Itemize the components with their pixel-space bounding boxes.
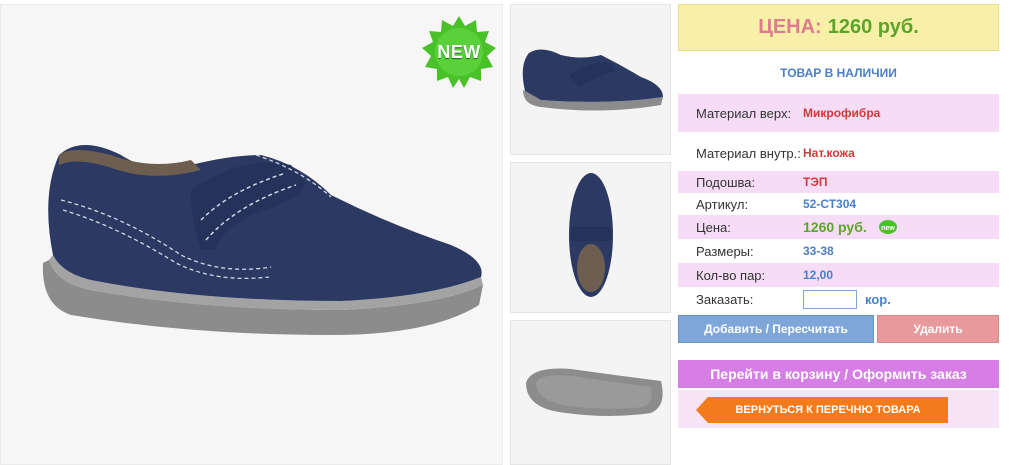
- new-badge-label: NEW: [437, 42, 481, 62]
- price-header: ЦЕНА: 1260 руб.: [678, 4, 999, 51]
- price-header-label: ЦЕНА:: [758, 16, 822, 38]
- spec-row-pairs: Кол-во пар: 12,00: [678, 263, 999, 287]
- back-to-list-button[interactable]: ВЕРНУТЬСЯ К ПЕРЕЧНЮ ТОВАРА: [696, 397, 948, 423]
- spec-row-material-inner: Материал внутр.: Нат.кожа: [678, 136, 999, 170]
- spec-row-price: Цена: 1260 руб. new: [678, 215, 999, 239]
- spec-key: Материал верх:: [696, 105, 792, 121]
- shoe-top-thumb-illustration: [569, 173, 613, 297]
- spec-key: Артикул:: [696, 196, 749, 212]
- order-unit: кор.: [865, 291, 891, 307]
- order-quantity-input[interactable]: [803, 289, 857, 309]
- back-to-list-label: ВЕРНУТЬСЯ К ПЕРЕЧНЮ ТОВАРА: [735, 404, 921, 416]
- product-page: NEW ЦЕНА: 1260 руб. ТОВАР В НАЛИЧИИ Мате…: [0, 0, 1015, 465]
- back-area: ВЕРНУТЬСЯ К ПЕРЕЧНЮ ТОВАРА: [678, 390, 999, 428]
- spec-key: Кол-во пар:: [696, 267, 766, 283]
- spec-key: Подошва:: [696, 174, 756, 190]
- spec-value: 1260 руб.: [803, 219, 867, 235]
- thumbnail-top-view[interactable]: [510, 162, 671, 313]
- spec-value: Микрофибра: [803, 106, 881, 120]
- spec-value: 33-38: [803, 244, 834, 258]
- order-row: Заказать: кор.: [678, 287, 999, 311]
- spec-row-article: Артикул: 52-СТ304: [678, 193, 999, 215]
- order-label: Заказать:: [696, 291, 754, 307]
- add-recalculate-button[interactable]: Добавить / Пересчитать: [678, 315, 874, 343]
- thumbnail-side-view[interactable]: [510, 4, 671, 155]
- stock-status: ТОВАР В НАЛИЧИИ: [780, 66, 897, 80]
- spec-value: Нат.кожа: [803, 146, 855, 160]
- mini-new-label: new: [881, 225, 895, 232]
- new-badge-icon: NEW: [419, 14, 499, 94]
- mini-new-icon: new: [878, 220, 897, 234]
- delete-button[interactable]: Удалить: [877, 315, 999, 343]
- go-to-cart-button[interactable]: Перейти в корзину / Оформить заказ: [678, 360, 999, 388]
- spec-row-sizes: Размеры: 33-38: [678, 239, 999, 263]
- shoe-sole-thumb-illustration: [526, 368, 663, 416]
- spec-key: Материал внутр.:: [696, 145, 801, 161]
- left-arrow-icon: [696, 397, 708, 423]
- spec-value: 52-СТ304: [803, 197, 857, 211]
- spec-row-sole: Подошва: ТЭП: [678, 171, 999, 193]
- main-product-image[interactable]: NEW: [0, 4, 503, 465]
- spec-key: Цена:: [696, 219, 731, 235]
- spec-row-material-upper: Материал верх: Микрофибра: [678, 94, 999, 132]
- thumbnail-sole-view[interactable]: [510, 320, 671, 465]
- spec-value: 12,00: [803, 268, 834, 282]
- spec-key: Размеры:: [696, 243, 754, 259]
- shoe-side-thumb-illustration: [522, 49, 663, 111]
- spec-value: ТЭП: [803, 175, 828, 189]
- price-header-value: 1260 руб.: [827, 16, 919, 38]
